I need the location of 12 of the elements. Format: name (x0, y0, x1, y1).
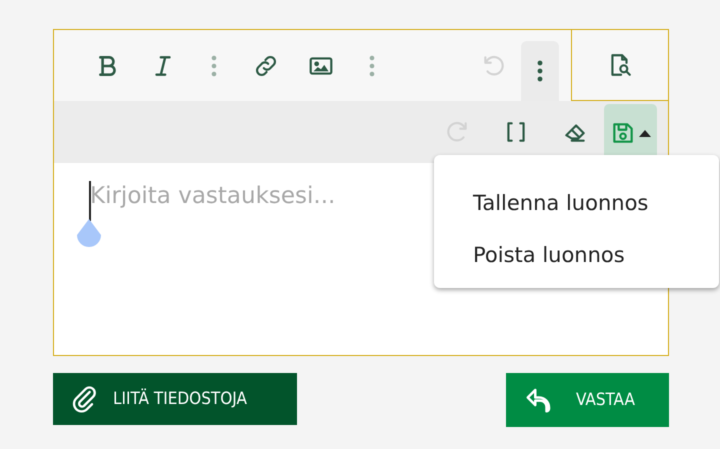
preview-button[interactable] (571, 30, 668, 101)
paperclip-icon (71, 385, 99, 413)
more-button[interactable] (521, 41, 559, 101)
menu-item[interactable]: Poista luonnos (434, 229, 719, 281)
caret-icon (639, 130, 651, 136)
attach-files-button[interactable]: LIITÄ TIEDOSTOJA (53, 373, 297, 425)
dots-icon (369, 54, 375, 78)
more-icon (537, 59, 543, 83)
menu-item[interactable]: Tallenna luonnos (434, 177, 719, 229)
text-cursor (89, 181, 90, 221)
reply-button[interactable]: VASTAA (506, 373, 669, 427)
dots-icon (211, 54, 217, 78)
